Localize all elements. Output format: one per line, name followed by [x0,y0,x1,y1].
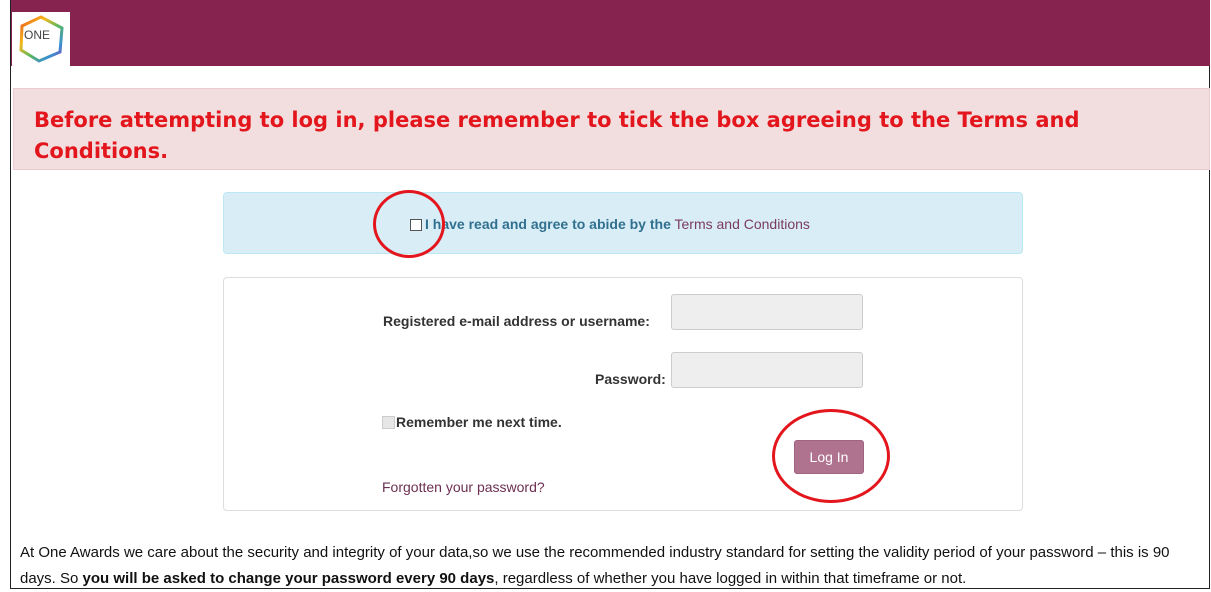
remember-label: Remember me next time. [396,414,562,430]
password-label: Password: [595,371,666,387]
header-bar [11,0,1210,66]
policy-text-part2: , regardless of whether you have logged … [494,570,967,587]
alert-message: Before attempting to log in, please reme… [34,108,1080,163]
remember-checkbox[interactable] [382,416,395,429]
forgot-password-link[interactable]: Forgotten your password? [382,479,545,495]
policy-text-bold: you will be asked to change your passwor… [82,570,495,587]
terms-alert: Before attempting to log in, please reme… [13,88,1210,170]
password-policy-text: At One Awards we care about the security… [20,540,1205,592]
username-input[interactable] [671,294,863,330]
terms-link[interactable]: Terms and Conditions [675,216,810,232]
password-input[interactable] [671,352,863,388]
username-label: Registered e-mail address or username: [383,313,650,329]
remember-row: Remember me next time. [382,414,562,430]
highlight-circle-checkbox [373,190,445,258]
terms-label: I have read and agree to abide by the [425,216,671,232]
terms-row: I have read and agree to abide by the Te… [410,216,810,232]
highlight-circle-login [772,409,890,503]
one-awards-logo[interactable]: ONE [12,12,70,66]
login-form: Registered e-mail address or username: P… [223,277,1023,511]
terms-panel: I have read and agree to abide by the Te… [223,192,1023,254]
logo-text: ONE [24,28,51,42]
